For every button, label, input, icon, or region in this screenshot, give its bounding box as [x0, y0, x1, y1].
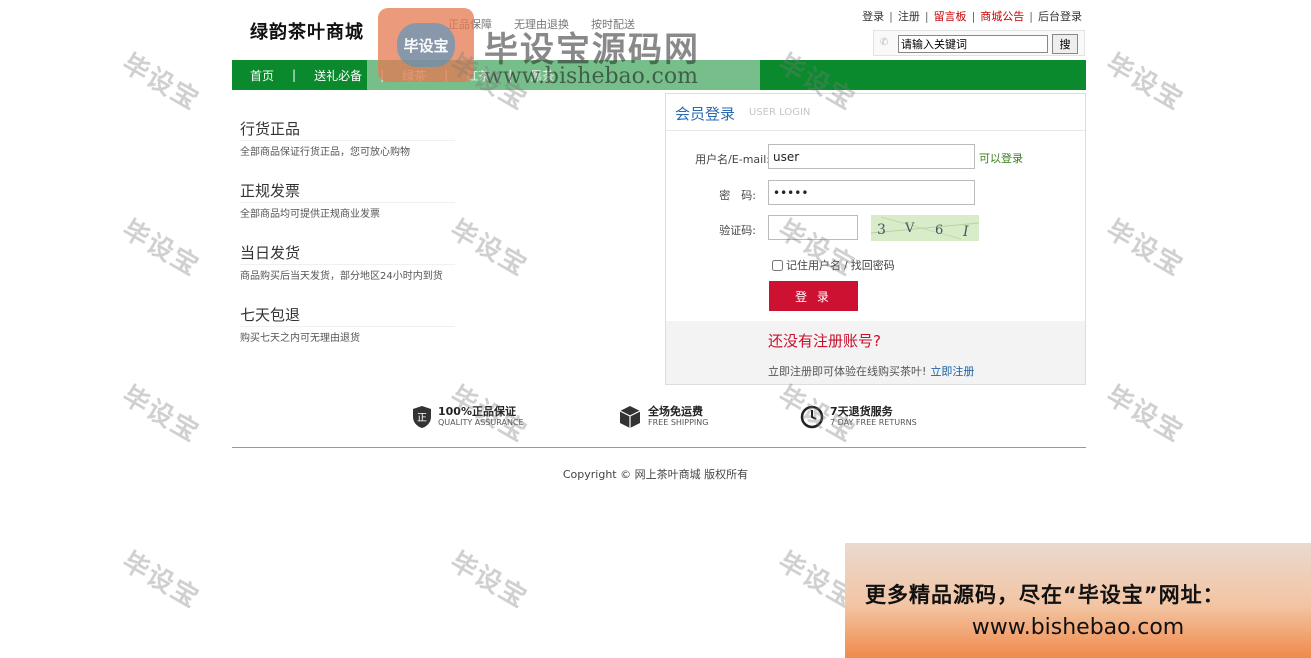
watermark-logo: 毕设宝	[378, 8, 474, 82]
service-subtitle: 7 DAY FREE RETURNS	[830, 418, 917, 427]
clock-icon	[800, 405, 824, 429]
service-title: 100%正品保证	[438, 405, 516, 418]
forgot-password-link[interactable]: 找回密码	[851, 257, 895, 273]
feature-desc: 购买七天之内可无理由退货	[240, 333, 360, 344]
remember-row: 记住用户名 / 找回密码	[772, 257, 895, 273]
top-link-announcement[interactable]: 商城公告	[980, 8, 1024, 24]
feature-item: 正规发票 全部商品均可提供正规商业发票	[240, 180, 660, 242]
service-item: 全场免运费 FREE SHIPPING	[618, 405, 708, 429]
search-box: ✆ 搜	[873, 30, 1085, 56]
register-question: 还没有注册账号?	[768, 332, 881, 350]
service-title: 7天退货服务	[830, 405, 893, 418]
feature-item: 行货正品 全部商品保证行货正品，您可放心购物	[240, 118, 660, 180]
username-field[interactable]	[768, 144, 975, 169]
separator: |	[1029, 9, 1033, 23]
login-title: 会员登录	[675, 105, 736, 123]
feature-title: 行货正品	[240, 118, 455, 141]
search-input[interactable]	[898, 35, 1048, 53]
watermark-text: 毕设宝	[116, 380, 205, 449]
top-link-guestbook[interactable]: 留言板	[934, 8, 967, 24]
separator: |	[889, 9, 893, 23]
shield-icon: 正	[413, 406, 431, 428]
feature-list: 行货正品 全部商品保证行货正品，您可放心购物 正规发票 全部商品均可提供正规商业…	[240, 118, 660, 366]
feature-title: 当日发货	[240, 242, 455, 265]
watermark-logo-text: 毕设宝	[397, 23, 455, 67]
separator: |	[924, 9, 929, 23]
feature-item: 七天包退 购买七天之内可无理由退货	[240, 304, 660, 366]
copyright: Copyright © 网上茶叶商城 版权所有	[562, 468, 749, 481]
watermark-text: 毕设宝	[116, 546, 205, 615]
login-subtitle: USER LOGIN	[749, 107, 811, 118]
ad-banner[interactable]: 更多精品源码，尽在“毕设宝”网址： www.bishebao.com	[845, 543, 1311, 658]
search-button[interactable]: 搜	[1052, 34, 1078, 54]
service-subtitle: FREE SHIPPING	[648, 418, 709, 427]
watermark-text: 毕设宝	[1100, 214, 1189, 283]
top-link-login[interactable]: 登录	[862, 8, 884, 24]
watermark-text: 毕设宝	[116, 48, 205, 117]
nav-item-home[interactable]: 首页	[232, 67, 292, 84]
username-label: 用户名/E-mail:	[695, 153, 770, 166]
feature-title: 七天包退	[240, 304, 455, 327]
service-subtitle: QUALITY ASSURANCE	[438, 418, 524, 427]
box-icon	[619, 406, 641, 428]
watermark-text: 毕设宝	[1100, 380, 1189, 449]
register-link[interactable]: 立即注册	[930, 365, 974, 378]
service-item: 7天退货服务 7 DAY FREE RETURNS	[800, 405, 917, 429]
feature-desc: 全部商品保证行货正品，您可放心购物	[240, 147, 410, 158]
top-links: 登录 | 注册 | 留言板 | 商城公告 | 后台登录	[862, 8, 1082, 24]
captcha-char: I	[962, 224, 969, 240]
captcha-char: 3	[877, 222, 886, 238]
username-hint: 可以登录	[979, 152, 1023, 165]
login-panel: 会员登录 USER LOGIN 用户名/E-mail: 可以登录 密 码: 验证…	[665, 93, 1086, 385]
register-desc-text: 立即注册即可体验在线购买茶叶!	[768, 365, 927, 378]
service-item: 正 100%正品保证 QUALITY ASSURANCE	[412, 405, 524, 429]
watermark-text: 毕设宝	[444, 546, 533, 615]
site-logo[interactable]: 绿韵茶叶商城	[250, 18, 364, 44]
watermark-url: www.bishebao.com	[484, 64, 698, 89]
top-link-admin[interactable]: 后台登录	[1038, 8, 1082, 24]
separator: |	[971, 9, 976, 23]
watermark-text: 毕设宝	[1100, 48, 1189, 117]
phone-icon: ✆	[880, 37, 889, 48]
feature-desc: 商品购买后当天发货，部分地区24小时内到货	[240, 271, 443, 282]
page: 绿韵茶叶商城 正品保障 无理由退换 按时配送 登录 | 注册 | 留言板 | 商…	[0, 0, 1311, 658]
top-link-register[interactable]: 注册	[898, 8, 920, 24]
captcha-char: V	[904, 221, 915, 236]
remember-label[interactable]: 记住用户名	[786, 257, 841, 273]
ad-line-1: 更多精品源码，尽在“毕设宝”网址：	[865, 583, 1225, 607]
password-label: 密 码:	[719, 189, 756, 202]
captcha-label: 验证码:	[719, 224, 756, 237]
captcha-image[interactable]: 3 V 6 I	[870, 215, 980, 241]
footer-divider	[232, 447, 1086, 448]
register-area: 还没有注册账号? 立即注册即可体验在线购买茶叶! 立即注册	[666, 321, 1085, 384]
register-desc: 立即注册即可体验在线购买茶叶! 立即注册	[768, 363, 974, 379]
ad-line-2: www.bishebao.com	[971, 615, 1185, 640]
captcha-field[interactable]	[768, 215, 858, 240]
feature-title: 正规发票	[240, 180, 455, 203]
captcha-char: 6	[935, 223, 943, 238]
remember-checkbox[interactable]	[772, 259, 783, 271]
feature-item: 当日发货 商品购买后当天发货，部分地区24小时内到货	[240, 242, 660, 304]
svg-text:正: 正	[417, 413, 427, 424]
login-header: 会员登录 USER LOGIN	[666, 94, 1085, 131]
login-button[interactable]: 登 录	[769, 281, 858, 311]
feature-desc: 全部商品均可提供正规商业发票	[240, 209, 380, 220]
service-title: 全场免运费	[648, 405, 703, 418]
separator: /	[844, 258, 848, 272]
password-field[interactable]	[768, 180, 975, 205]
watermark-text: 毕设宝	[116, 214, 205, 283]
